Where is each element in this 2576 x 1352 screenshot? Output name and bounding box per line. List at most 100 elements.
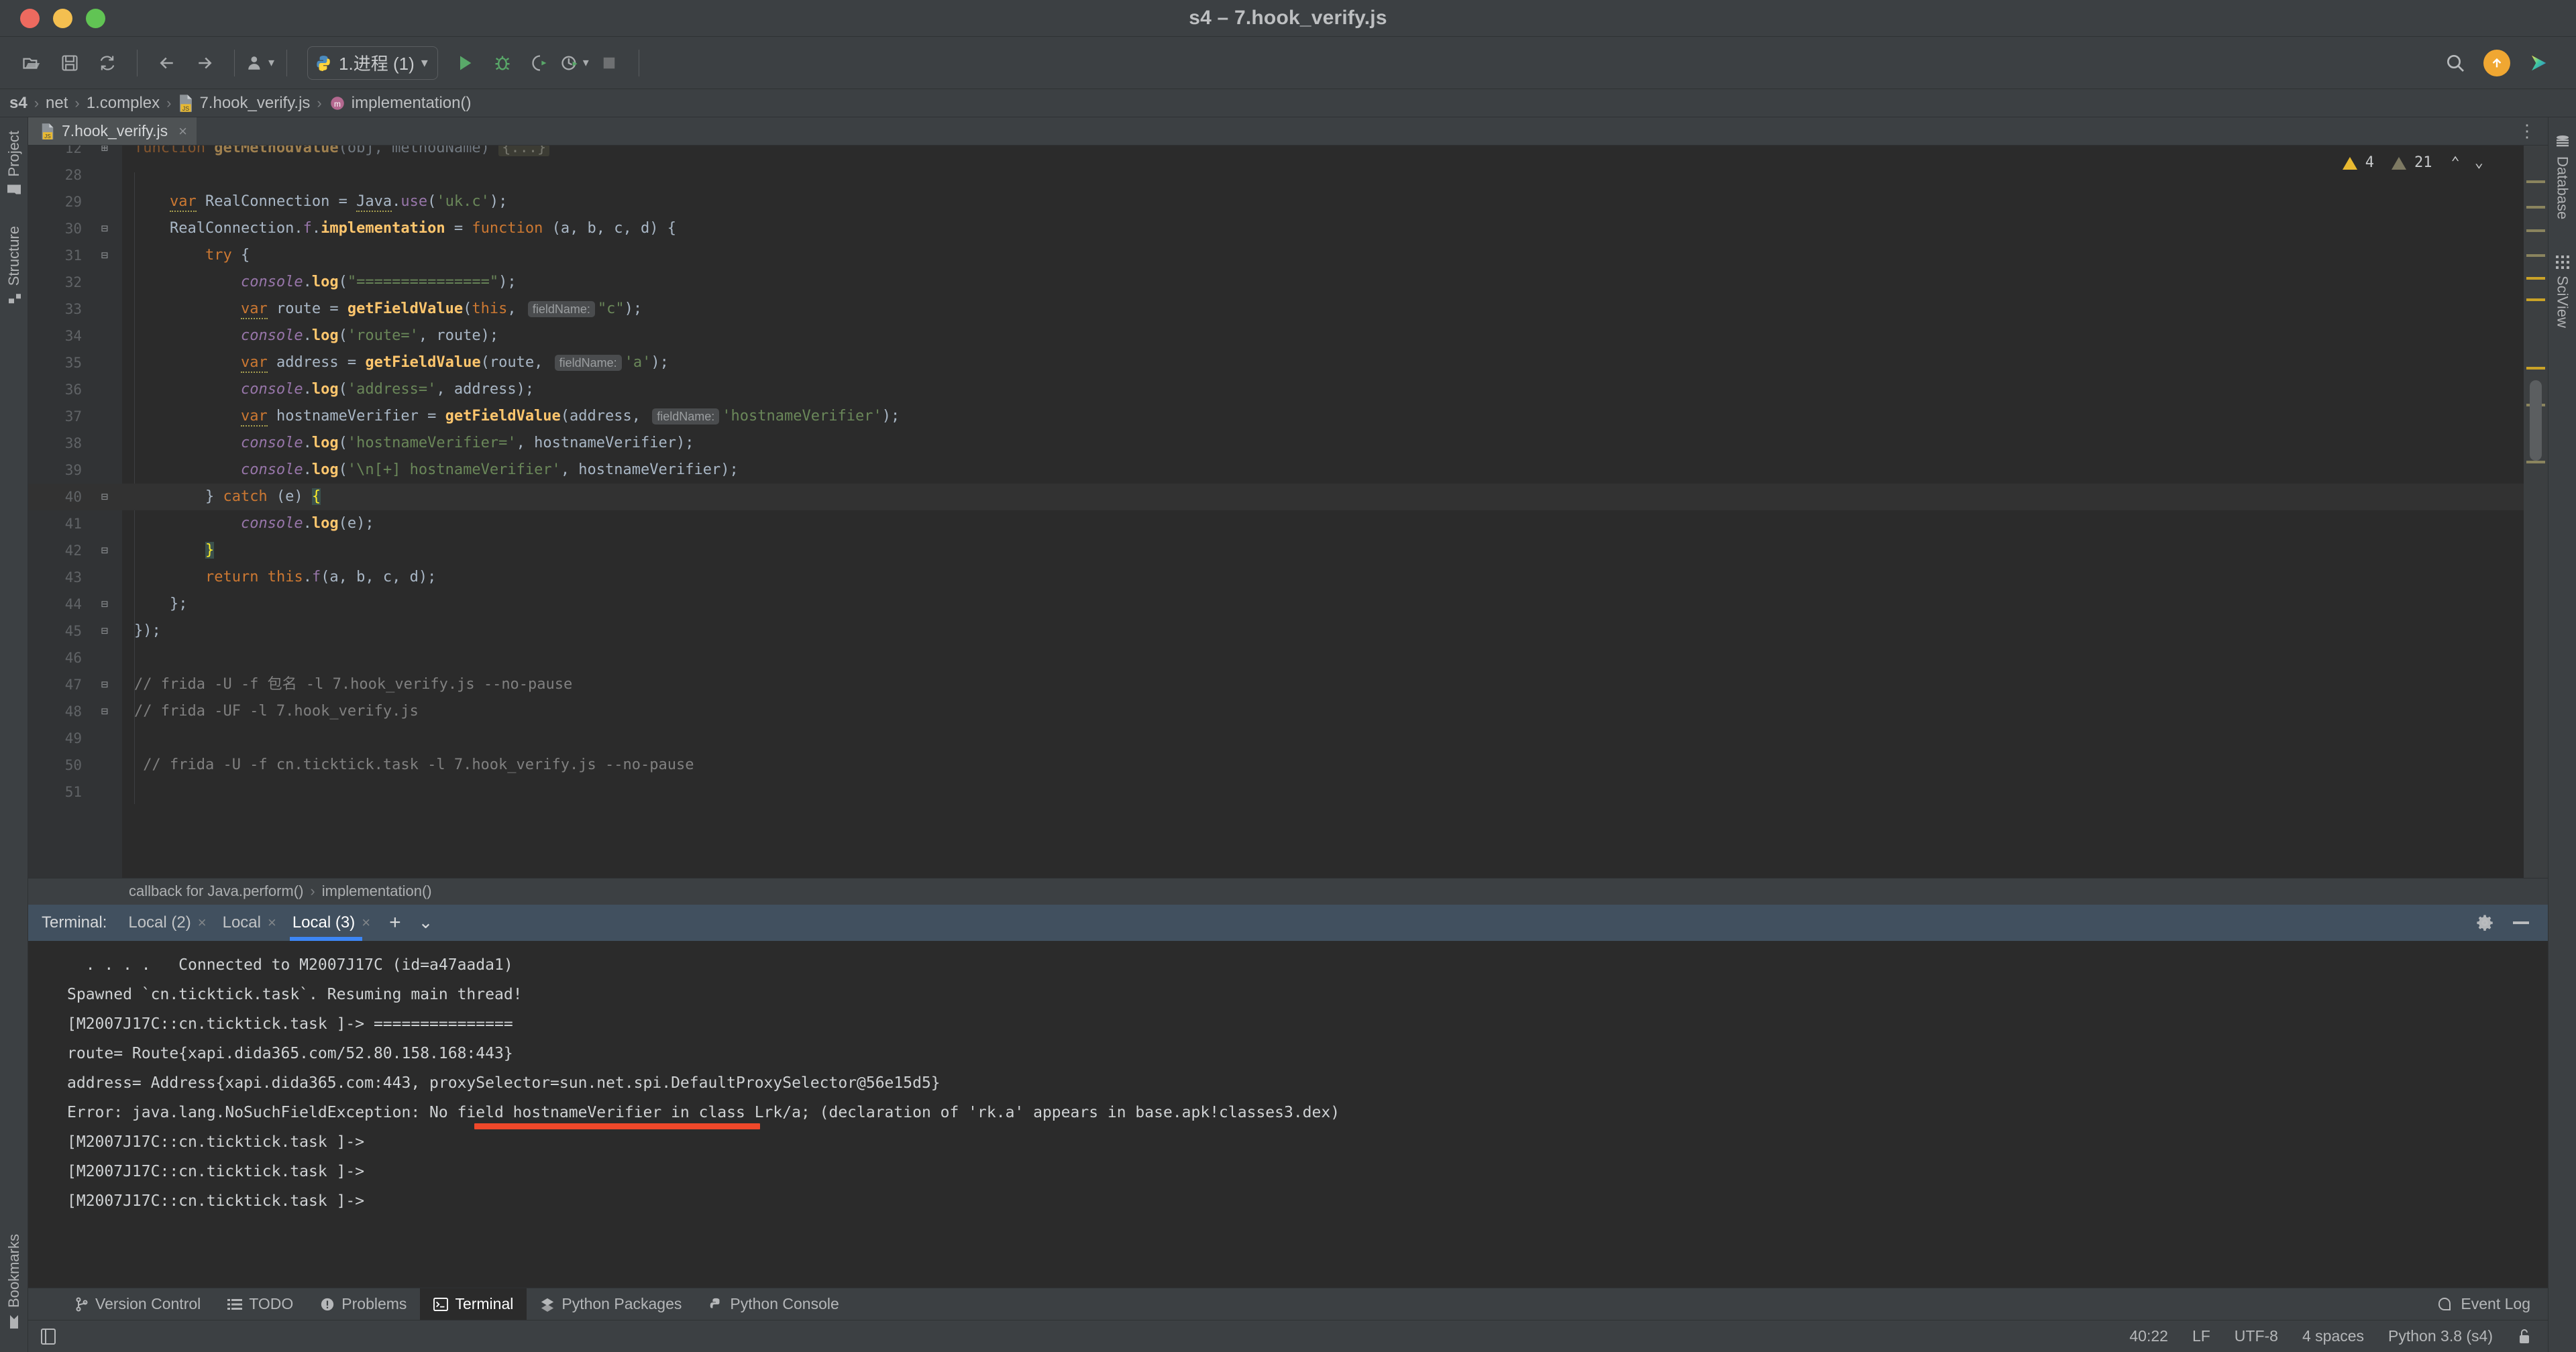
line-number[interactable]: 12 xyxy=(28,146,87,162)
debug-button[interactable] xyxy=(485,46,520,80)
close-icon[interactable]: × xyxy=(198,914,207,932)
code-text[interactable]: console.log(e); xyxy=(122,510,2524,537)
search-icon[interactable] xyxy=(2438,46,2473,80)
line-number[interactable]: 29 xyxy=(28,188,87,215)
code-line[interactable]: 38 console.log('hostnameVerifier=', host… xyxy=(28,430,2524,457)
error-stripe-markers[interactable] xyxy=(2524,146,2548,878)
breadcrumb-item-2[interactable]: 1.complex xyxy=(87,94,160,113)
sidebar-item-structure[interactable]: Structure xyxy=(5,219,23,311)
chevron-down-icon[interactable]: ⌄ xyxy=(413,912,439,933)
code-text[interactable]: RealConnection.f.implementation = functi… xyxy=(122,215,2524,242)
file-encoding[interactable]: UTF-8 xyxy=(2235,1327,2278,1345)
tool-window-python-console[interactable]: Python Console xyxy=(695,1288,852,1320)
line-number[interactable]: 31 xyxy=(28,242,87,269)
code-text[interactable]: console.log("==============="); xyxy=(122,269,2524,296)
fold-toggle-icon[interactable]: ⊟ xyxy=(87,618,122,644)
line-number[interactable]: 32 xyxy=(28,269,87,296)
marker[interactable] xyxy=(2526,298,2545,301)
code-line[interactable]: 39 console.log('\n[+] hostnameVerifier',… xyxy=(28,457,2524,484)
marker[interactable] xyxy=(2526,461,2545,463)
breadcrumb-item-3[interactable]: JS 7.hook_verify.js xyxy=(178,94,310,113)
breadcrumb-item-4[interactable]: m implementation() xyxy=(329,94,471,113)
sidebar-item-sciview[interactable]: SciView xyxy=(2554,249,2571,335)
code-text[interactable]: } catch (e) { xyxy=(122,484,2524,510)
line-number[interactable]: 40 xyxy=(28,484,87,510)
code-text[interactable]: }; xyxy=(122,591,2524,618)
code-editor[interactable]: 12 ⊞ function getMethodValue(obj, methodNa… xyxy=(28,146,2524,878)
code-text[interactable]: console.log('\n[+] hostnameVerifier', ho… xyxy=(122,457,2524,484)
code-text[interactable]: var hostnameVerifier = getFieldValue(add… xyxy=(122,403,2524,430)
line-number[interactable]: 48 xyxy=(28,698,87,725)
code-text[interactable]: function getMethodValue(obj, methodName)… xyxy=(122,146,2524,162)
code-text[interactable]: // frida -U -f cn.ticktick.task -l 7.hoo… xyxy=(122,752,2524,779)
python-interpreter[interactable]: Python 3.8 (s4) xyxy=(2388,1327,2493,1345)
profile-icon[interactable]: ▾ xyxy=(247,46,274,80)
event-log-entry[interactable]: Event Log xyxy=(2436,1288,2548,1320)
code-line[interactable]: 48 ⊟ // frida -UF -l 7.hook_verify.js xyxy=(28,698,2524,725)
breadcrumb-item-1[interactable]: net xyxy=(46,94,68,113)
new-terminal-tab-icon[interactable]: + xyxy=(380,911,411,934)
code-line[interactable]: 33 var route = getFieldValue(this, field… xyxy=(28,296,2524,323)
minimize-icon[interactable] xyxy=(2512,919,2530,926)
line-number[interactable]: 37 xyxy=(28,403,87,430)
close-icon[interactable]: × xyxy=(178,123,187,140)
unlocked-icon[interactable] xyxy=(2517,1328,2532,1345)
code-line[interactable]: 37 var hostnameVerifier = getFieldValue(… xyxy=(28,403,2524,430)
code-text[interactable]: // frida -U -f 包名 -l 7.hook_verify.js --… xyxy=(122,671,2524,698)
sync-icon[interactable] xyxy=(90,46,125,80)
code-line[interactable]: 47 ⊟ // frida -U -f 包名 -l 7.hook_verify.js… xyxy=(28,671,2524,698)
save-icon[interactable] xyxy=(52,46,87,80)
code-line[interactable]: 51 xyxy=(28,779,2524,805)
fold-toggle-icon[interactable]: ⊟ xyxy=(87,671,122,698)
terminal-tab-local[interactable]: Local × xyxy=(216,905,283,941)
line-number[interactable]: 28 xyxy=(28,162,87,188)
gear-icon[interactable] xyxy=(2475,913,2494,932)
line-number[interactable]: 50 xyxy=(28,752,87,779)
run-button[interactable] xyxy=(447,46,482,80)
next-problem-icon[interactable]: ⌄ xyxy=(2475,150,2483,176)
marker[interactable] xyxy=(2526,367,2545,370)
line-number[interactable]: 41 xyxy=(28,510,87,537)
fold-toggle-icon[interactable]: ⊟ xyxy=(87,537,122,564)
marker[interactable] xyxy=(2526,254,2545,257)
terminal-tab-local-3[interactable]: Local (3) × xyxy=(286,905,377,941)
fold-toggle-icon[interactable]: ⊞ xyxy=(87,146,122,162)
editor-breadcrumb-item-0[interactable]: callback for Java.perform() xyxy=(129,883,303,900)
code-text[interactable]: try { xyxy=(122,242,2524,269)
code-line[interactable]: 41 console.log(e); xyxy=(28,510,2524,537)
close-icon[interactable]: × xyxy=(268,914,276,932)
indent-setting[interactable]: 4 spaces xyxy=(2302,1327,2364,1345)
code-text[interactable]: // frida -UF -l 7.hook_verify.js xyxy=(122,698,2524,725)
close-icon[interactable]: × xyxy=(362,914,370,932)
code-line[interactable]: 45 ⊟}); xyxy=(28,618,2524,644)
line-number[interactable]: 35 xyxy=(28,349,87,376)
code-text[interactable]: return this.f(a, b, c, d); xyxy=(122,564,2524,591)
line-number[interactable]: 43 xyxy=(28,564,87,591)
sidebar-item-database[interactable]: Database xyxy=(2554,128,2571,226)
tool-window-problems[interactable]: Problems xyxy=(307,1288,420,1320)
code-line[interactable]: 29 var RealConnection = Java.use('uk.c')… xyxy=(28,188,2524,215)
sidebar-item-bookmarks[interactable]: Bookmarks xyxy=(5,1227,23,1336)
fold-toggle-icon[interactable]: ⊟ xyxy=(87,215,122,242)
more-options-icon[interactable]: ⋮ xyxy=(2518,122,2536,139)
code-text[interactable]: console.log('address=', address); xyxy=(122,376,2524,403)
fold-toggle-icon[interactable]: ⊟ xyxy=(87,591,122,618)
code-line[interactable]: 43 return this.f(a, b, c, d); xyxy=(28,564,2524,591)
terminal-output[interactable]: . . . . Connected to M2007J17C (id=a47aa… xyxy=(28,940,2548,1288)
open-folder-icon[interactable] xyxy=(15,46,50,80)
line-number[interactable]: 42 xyxy=(28,537,87,564)
marker[interactable] xyxy=(2526,229,2545,232)
code-text[interactable]: var RealConnection = Java.use('uk.c'); xyxy=(122,188,2524,215)
gradient-app-icon[interactable] xyxy=(2521,46,2556,80)
code-text[interactable]: var route = getFieldValue(this, fieldNam… xyxy=(122,296,2524,323)
editor-tab-hook-verify[interactable]: JS 7.hook_verify.js × xyxy=(28,117,197,145)
fold-toggle-icon[interactable]: ⊟ xyxy=(87,484,122,510)
terminal-tab-local-2[interactable]: Local (2) × xyxy=(121,905,213,941)
code-line[interactable]: 46 xyxy=(28,644,2524,671)
marker[interactable] xyxy=(2526,206,2545,209)
tool-window-todo[interactable]: TODO xyxy=(214,1288,307,1320)
code-line[interactable]: 35 var address = getFieldValue(route, fi… xyxy=(28,349,2524,376)
code-lines[interactable]: 12 ⊞ function getMethodValue(obj, methodNa… xyxy=(28,146,2524,805)
code-line[interactable]: 50 // frida -U -f cn.ticktick.task -l 7.… xyxy=(28,752,2524,779)
marker[interactable] xyxy=(2526,277,2545,280)
